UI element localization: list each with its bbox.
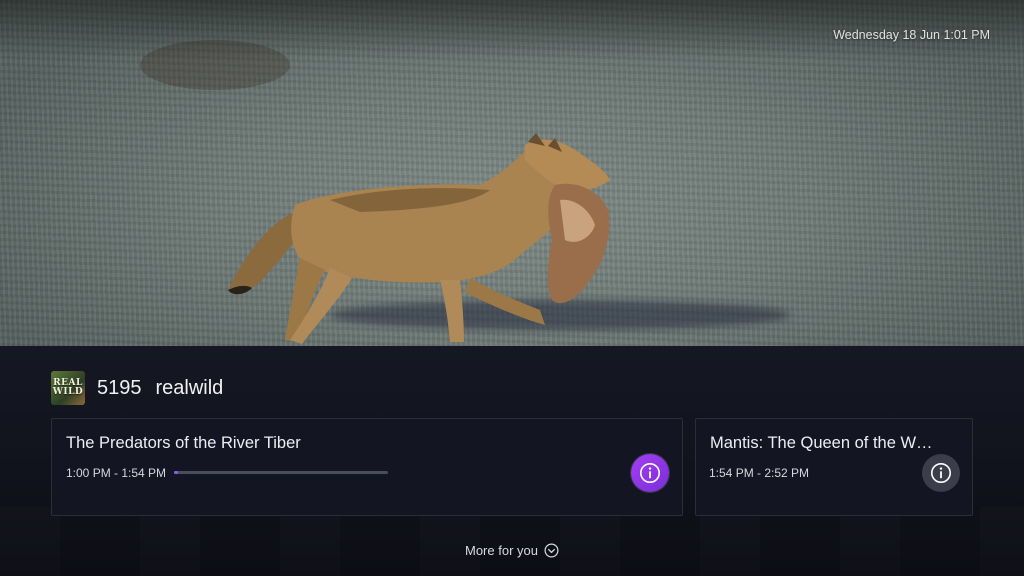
program-progress-fill [174,471,178,474]
program-progress-bar [174,471,388,474]
program-time: 1:00 PM - 1:54 PM [66,466,167,480]
info-icon [640,463,660,483]
program-title: The Predators of the River Tiber [66,434,301,452]
channel-number: 5195 [97,376,142,399]
channel-logo: REAL WILD [51,371,85,405]
channel-name: realwild [155,376,224,399]
info-button[interactable] [631,454,669,492]
info-button[interactable] [922,454,960,492]
info-icon [931,463,951,483]
current-program-card[interactable]: The Predators of the River Tiber 1:00 PM… [51,418,683,516]
next-program-card[interactable]: Mantis: The Queen of the W… 1:54 PM - 2:… [695,418,973,516]
chevron-down-circle-icon [544,543,559,558]
program-title: Mantis: The Queen of the W… [710,434,933,452]
more-for-you-label: More for you [465,543,538,558]
wolf-image [228,133,610,344]
program-time: 1:54 PM - 2:52 PM [709,466,810,480]
more-for-you-button[interactable]: More for you [0,543,1024,558]
video-frame [0,0,1024,346]
channel-header: REAL WILD 5195 realwild [51,371,223,405]
channel-logo-text: REAL WILD [52,378,84,397]
clock-readout: Wednesday 18 Jun 1:01 PM [833,28,990,42]
rail-preview [0,506,1024,576]
